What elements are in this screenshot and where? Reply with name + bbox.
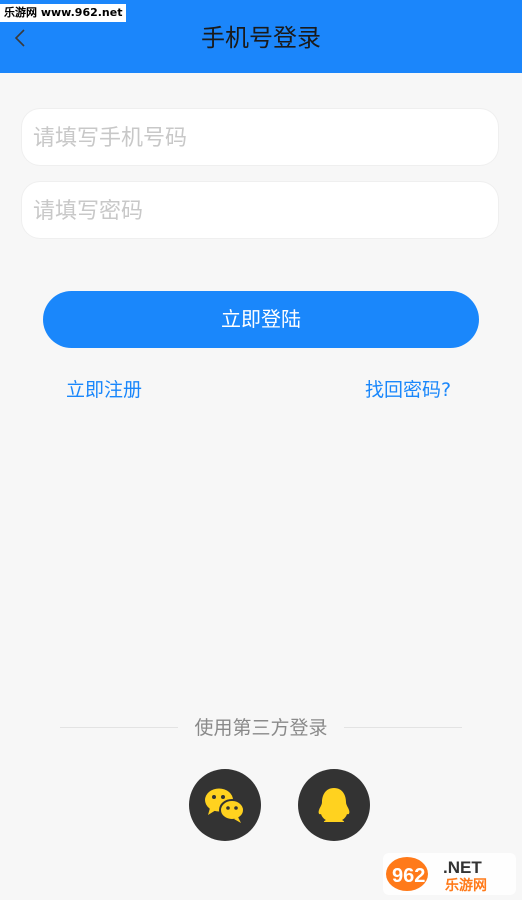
wechat-icon — [205, 788, 245, 823]
watermark-sub: 乐游网 — [445, 877, 487, 894]
page-title: 手机号登录 — [201, 24, 321, 52]
password-field[interactable] — [22, 182, 498, 240]
qq-login-button[interactable] — [298, 769, 370, 841]
header-bar: 乐游网 www.962.net 手机号登录 — [0, 0, 522, 73]
watermark-suffix: .NET — [443, 858, 482, 877]
login-button[interactable]: 立即登陆 — [43, 291, 479, 348]
third-party-label: 使用第三方登录 — [194, 717, 328, 739]
password-input[interactable] — [31, 182, 475, 240]
phone-field[interactable] — [22, 109, 498, 167]
register-link[interactable]: 立即注册 — [66, 377, 142, 403]
watermark-brand: 962 — [392, 865, 425, 887]
phone-input[interactable] — [31, 109, 475, 167]
qq-icon — [318, 788, 350, 822]
watermark-logo: 962 .NET 乐游网 — [383, 853, 516, 895]
watermark-top: 乐游网 www.962.net — [0, 4, 127, 22]
wechat-login-button[interactable] — [189, 769, 261, 841]
forgot-password-link[interactable]: 找回密码? — [365, 377, 451, 403]
